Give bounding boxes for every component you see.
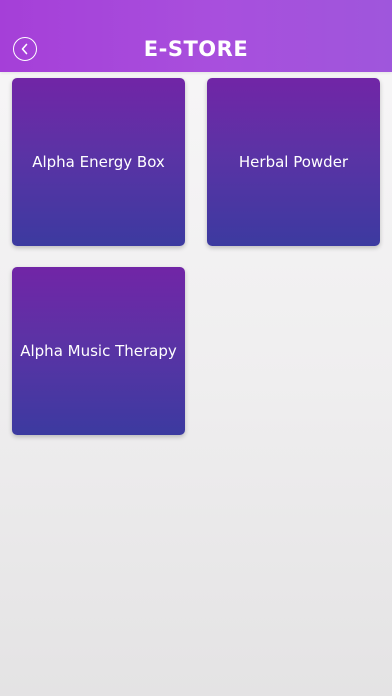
product-tile-herbal-powder[interactable]: Herbal Powder bbox=[207, 78, 380, 246]
page-title: E-STORE bbox=[143, 37, 249, 61]
product-tile-alpha-energy-box[interactable]: Alpha Energy Box bbox=[12, 78, 185, 246]
product-tile-label: Alpha Music Therapy bbox=[20, 342, 177, 360]
product-tile-label: Herbal Powder bbox=[238, 153, 349, 171]
app-header: E-STORE bbox=[0, 0, 392, 72]
product-tile-alpha-music-therapy[interactable]: Alpha Music Therapy bbox=[12, 267, 185, 435]
product-tile-label: Alpha Energy Box bbox=[32, 153, 165, 171]
